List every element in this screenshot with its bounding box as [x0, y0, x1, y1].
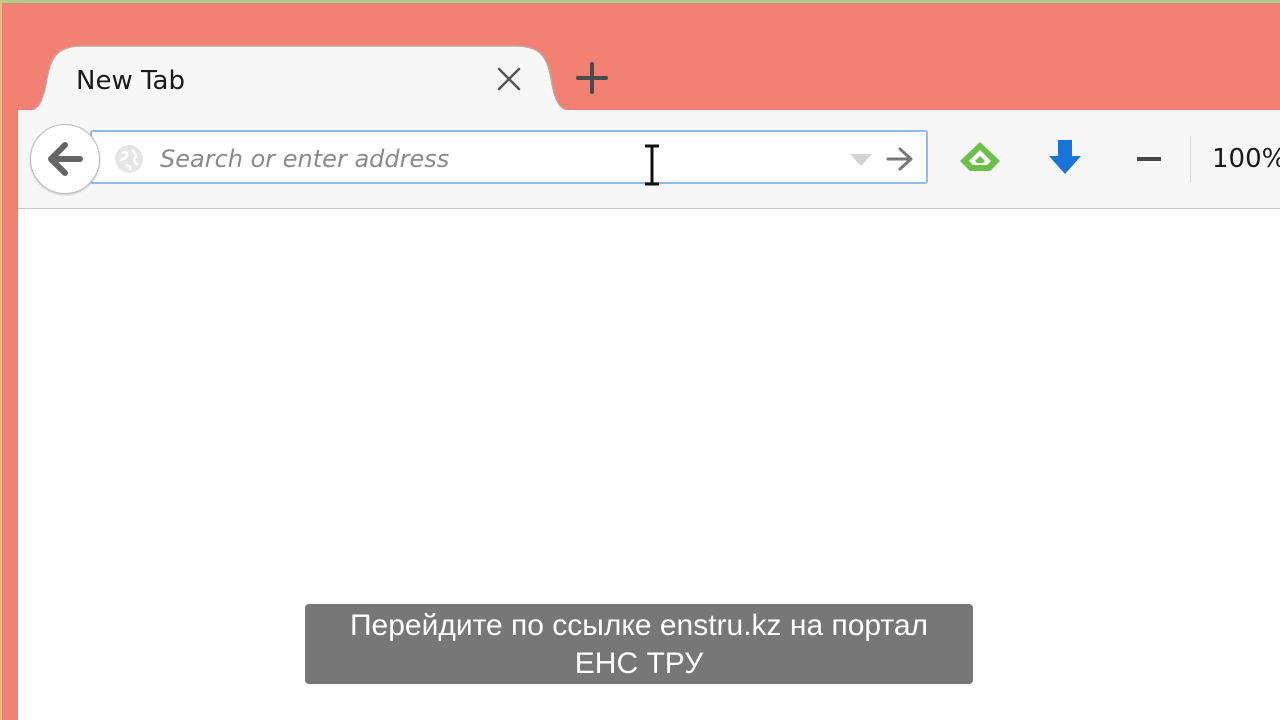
tab-label: New Tab — [76, 66, 185, 96]
subtitle-caption: Перейдите по ссылке enstru.kz на портал … — [305, 604, 973, 684]
zoom-out-icon[interactable] — [1134, 144, 1164, 174]
toolbar-separator — [1190, 136, 1191, 182]
address-bar[interactable] — [90, 130, 928, 184]
subtitle-line-1: Перейдите по ссылке enstru.kz на портал — [349, 609, 929, 642]
tab-new-tab[interactable]: New Tab — [20, 44, 580, 112]
window-top-border — [0, 0, 1280, 3]
close-icon[interactable] — [494, 64, 524, 94]
dropdown-icon[interactable] — [848, 152, 874, 168]
feedly-icon[interactable] — [958, 140, 1002, 180]
address-input[interactable] — [158, 140, 822, 178]
go-arrow-icon[interactable] — [886, 146, 914, 172]
zoom-level-button[interactable]: 100% — [1212, 144, 1280, 174]
download-icon[interactable] — [1046, 138, 1084, 178]
text-cursor-icon — [645, 144, 659, 186]
subtitle-line-2: ЕНС ТРУ — [574, 647, 704, 680]
window-left-border — [0, 0, 2, 720]
back-arrow-icon — [48, 142, 83, 176]
back-button[interactable] — [30, 124, 100, 194]
navigation-toolbar: 100% — [18, 110, 1280, 209]
new-tab-plus-icon[interactable] — [574, 60, 610, 96]
globe-icon — [115, 145, 143, 173]
